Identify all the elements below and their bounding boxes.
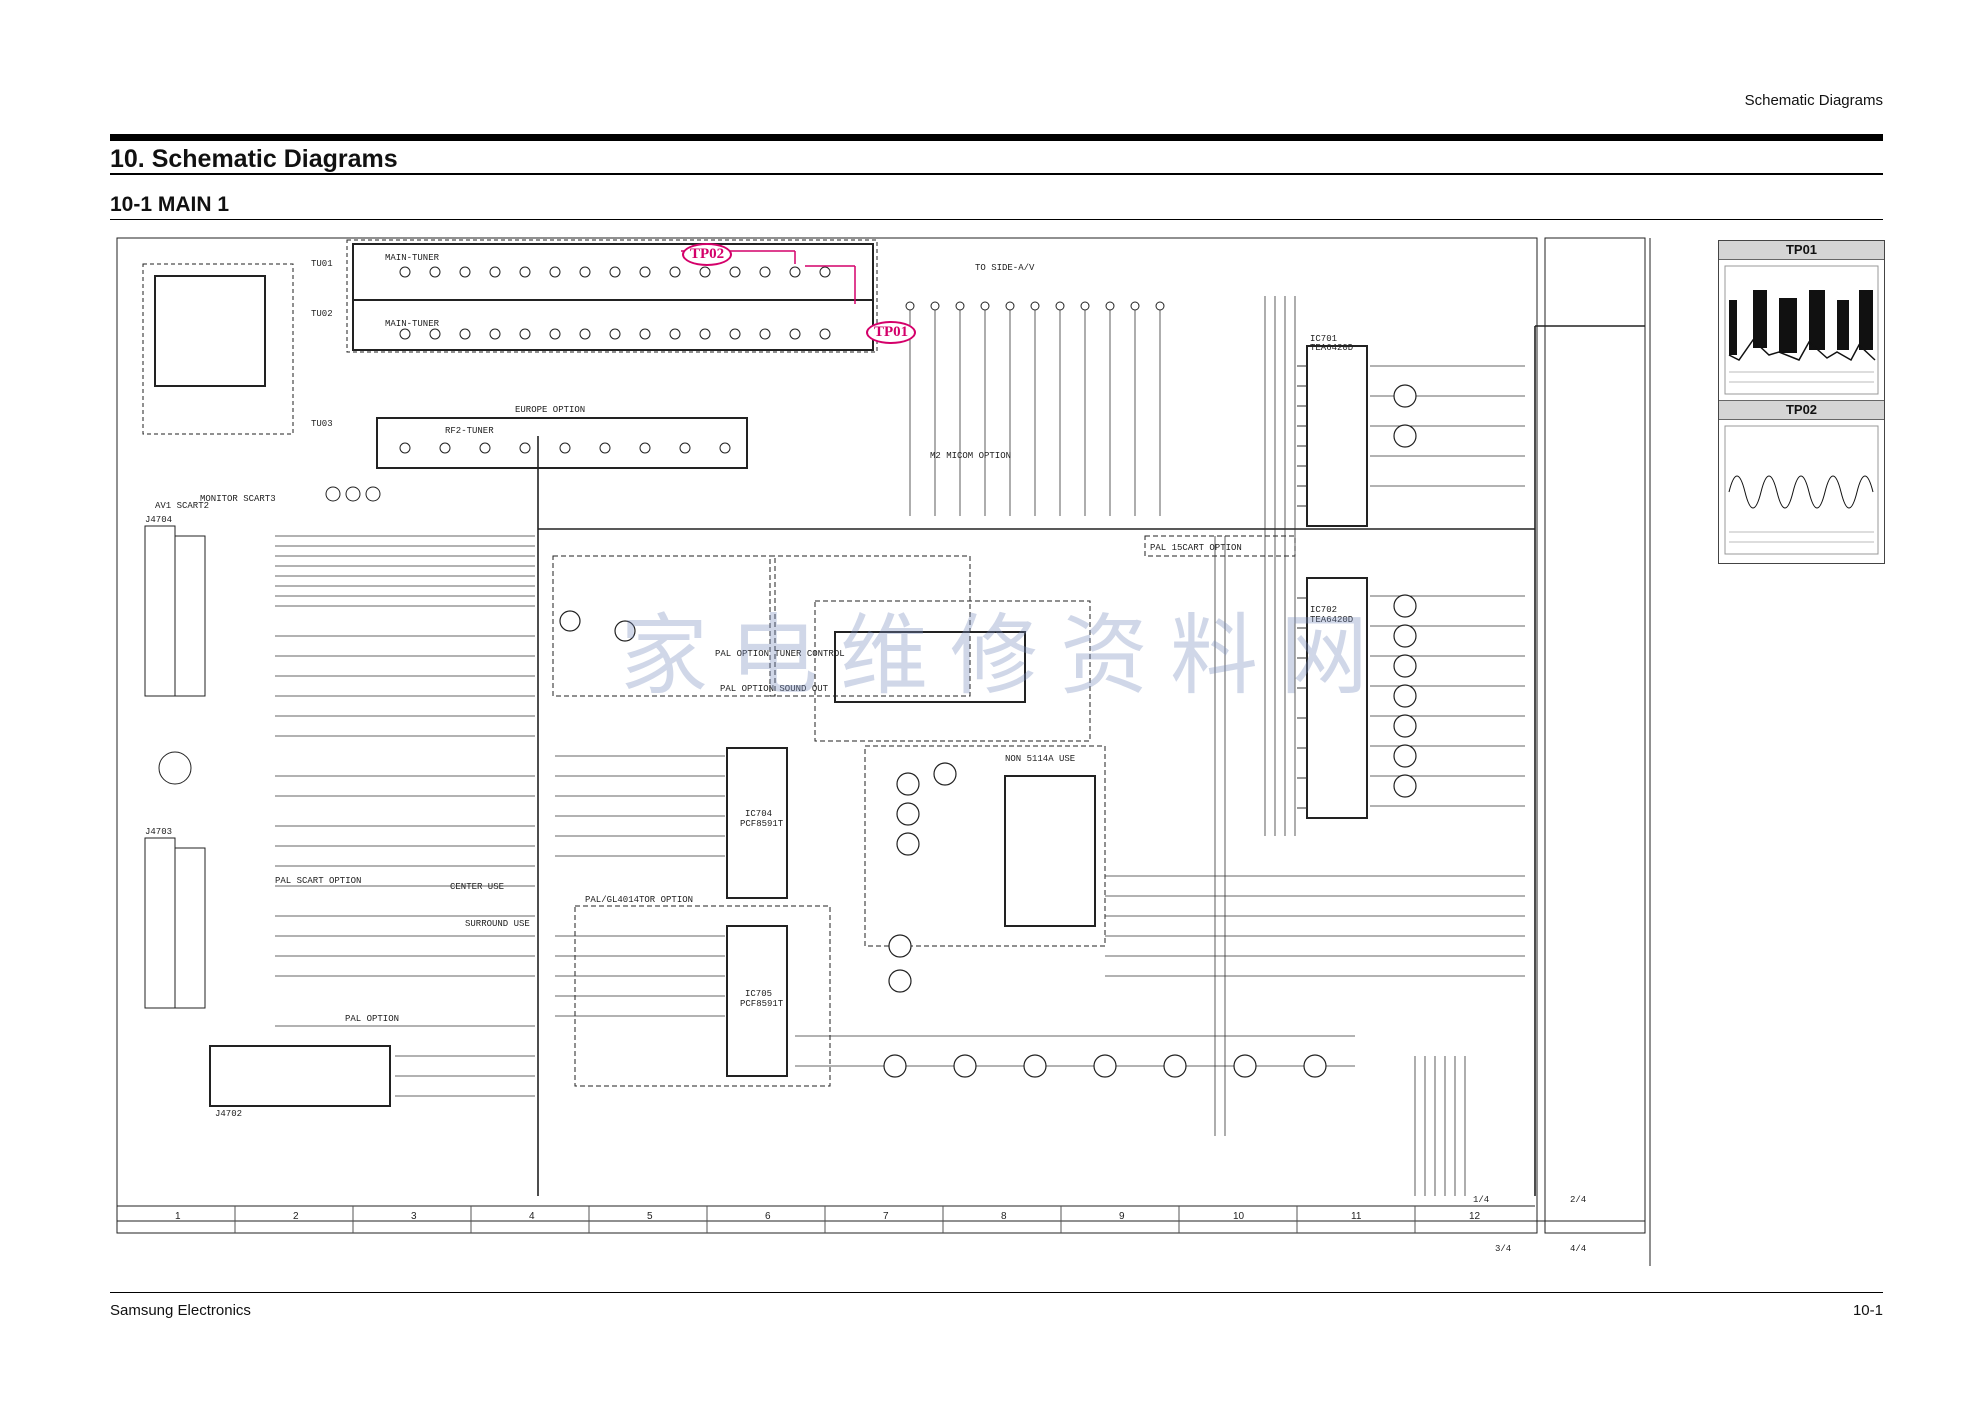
option-non-5114a: NON 5114A USE	[1005, 754, 1075, 764]
option-m2-micom: M2 MICOM OPTION	[930, 451, 1011, 461]
col-6: 6	[765, 1211, 771, 1222]
ic704-part: PCF8591T	[740, 819, 784, 829]
tp01-marker: TP01	[866, 321, 917, 344]
connector-j4704: J4704	[145, 515, 172, 525]
tp01-title: TP01	[1719, 241, 1884, 260]
section-subtitle: 10-1 MAIN 1	[110, 193, 230, 216]
tp02-marker: TP02	[682, 243, 733, 266]
col-5: 5	[647, 1211, 653, 1222]
col-12: 12	[1469, 1211, 1481, 1222]
tuner-part-tu03: TU03	[311, 419, 333, 429]
option-surround-use: SURROUND USE	[465, 919, 530, 929]
tuner-part-tu01: TU01	[311, 259, 333, 269]
tp02-scope	[1719, 420, 1884, 560]
subtitle-rule	[110, 219, 1883, 220]
sheet-ref-4of4: 4/4	[1570, 1244, 1586, 1254]
ic705-label: IC705	[745, 989, 772, 999]
ic701-part: TEA6420D	[1310, 343, 1353, 353]
option-pal-15cart: PAL 15CART OPTION	[1150, 543, 1242, 553]
connector-monitor-scart3: MONITOR SCART3	[200, 494, 276, 504]
title-rule	[110, 173, 1883, 175]
tp02-title: TP02	[1719, 401, 1884, 420]
test-point-waveform-panel: TP01 TP02	[1718, 240, 1885, 564]
sheet-ref-3of4: 3/4	[1495, 1244, 1511, 1254]
col-9: 9	[1119, 1211, 1125, 1222]
page-title: 10. Schematic Diagrams	[110, 145, 398, 173]
sheet-ref-1of4: 1/4	[1473, 1195, 1489, 1205]
footer-company: Samsung Electronics	[110, 1302, 251, 1319]
col-4: 4	[529, 1211, 535, 1222]
schematic-diagram: MAIN-TUNER MAIN-TUNER RF2-TUNER TU01 TU0…	[116, 237, 1651, 1266]
sheet-ref-2of4: 2/4	[1570, 1195, 1586, 1205]
ic704-label: IC704	[745, 809, 772, 819]
col-10: 10	[1233, 1211, 1245, 1222]
option-pal-gl4014tor: PAL/GL4014TOR OPTION	[585, 895, 693, 905]
col-3: 3	[411, 1211, 417, 1222]
tuner-label-main-1: MAIN-TUNER	[385, 253, 440, 263]
header-section-label: Schematic Diagrams	[1744, 92, 1883, 109]
connector-j4702: J4702	[215, 1109, 242, 1119]
col-7: 7	[883, 1211, 889, 1222]
tuner-label-rf2: RF2-TUNER	[445, 426, 494, 436]
col-2: 2	[293, 1211, 299, 1222]
option-center-use: CENTER USE	[450, 882, 504, 892]
header-rule	[110, 134, 1883, 141]
tp01-scope	[1719, 260, 1884, 401]
tuner-label-main-2: MAIN-TUNER	[385, 319, 440, 329]
col-1: 1	[175, 1211, 181, 1222]
tuner-part-tu02: TU02	[311, 309, 333, 319]
footer-rule	[110, 1292, 1883, 1293]
col-8: 8	[1001, 1211, 1007, 1222]
col-11: 11	[1351, 1211, 1362, 1222]
option-pal: PAL OPTION	[345, 1014, 399, 1024]
option-to-side-av: TO SIDE-A/V	[975, 263, 1035, 273]
watermark: 家电维修资料网	[620, 604, 1391, 707]
footer-page-number: 10-1	[1852, 1302, 1883, 1319]
option-pal-scart: PAL SCART OPTION	[275, 876, 361, 886]
connector-j4703: J4703	[145, 827, 172, 837]
ic705-part: PCF8591T	[740, 999, 784, 1009]
option-europe: EUROPE OPTION	[515, 405, 585, 415]
